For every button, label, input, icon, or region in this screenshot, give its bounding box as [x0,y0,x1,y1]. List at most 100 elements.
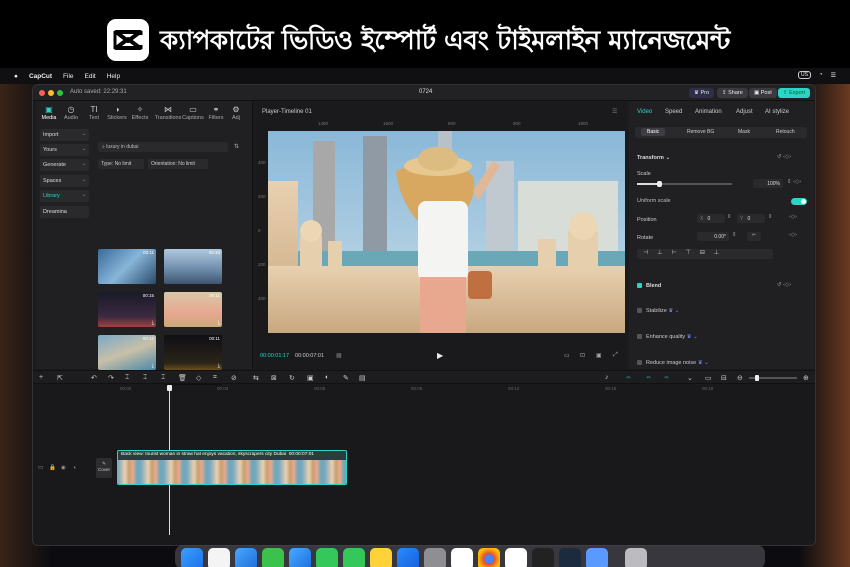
sidebar-spaces[interactable]: Spaces ⌄ [40,175,89,187]
keyframe-icon[interactable]: ⇕ ‹◇› [787,179,801,185]
select-icon[interactable]: ⇱ [57,374,63,382]
resize-icon[interactable]: ▣ [307,374,314,382]
delete-icon[interactable]: 🗑 [178,374,187,382]
sidebar-import[interactable]: Import ⌄ [40,129,89,141]
stepper-icon[interactable]: ⇕ [727,214,732,220]
zoom-slider-handle[interactable] [755,375,759,381]
messages-icon[interactable] [262,548,284,567]
uniform-scale-toggle[interactable] [791,198,807,205]
mail-icon[interactable] [289,548,311,567]
video-clip[interactable]: Back view: tourist woman in straw hat en… [117,450,347,485]
tab-captions[interactable]: ▭ Captions [181,105,205,121]
blend-section[interactable]: Blend [637,283,661,289]
share-button[interactable]: ⇪ Share [717,88,748,98]
wifi-icon[interactable]: ◔ [819,72,823,78]
menu-file[interactable]: File [63,73,73,80]
preview-axis-icon[interactable]: ⌄ [687,374,693,382]
redo-icon[interactable]: ↷ [108,374,114,382]
stabilize-section[interactable]: Stabilize ♛ ⌄ [637,308,679,314]
subtab-retouch[interactable]: Retouch [776,129,795,135]
input-source[interactable]: US [798,71,811,79]
stabilize-checkbox[interactable] [637,308,642,313]
rotate-icon[interactable]: ↻ [289,374,295,382]
zoom-window-button[interactable] [57,90,63,96]
tab-adjustment[interactable]: ⚙ Adj [226,105,246,121]
tab-text[interactable]: TI Text [82,105,106,121]
download-icon[interactable]: ⤓ [218,363,220,369]
download-icon[interactable]: ⤓ [152,363,154,369]
menu-help[interactable]: Help [107,73,120,80]
settings-icon[interactable] [424,548,446,567]
microphone-icon[interactable]: ♪ [605,374,609,381]
download-icon[interactable]: ⤓ [218,320,220,326]
split-right-icon[interactable]: ⌶ [161,374,165,382]
tab-ai-stylize[interactable]: AI stylize [765,109,789,115]
app-store-icon[interactable] [397,548,419,567]
rotate-dial[interactable]: ⌐ [747,232,761,241]
export-button[interactable]: ⇧ Export [778,88,811,98]
tab-filters[interactable]: ⚭ Filters [204,105,228,121]
scale-slider[interactable] [637,181,732,187]
sidebar-library[interactable]: Library ⌄ [40,190,89,202]
ratio-icon[interactable]: ▣ [596,352,602,359]
media-search-input[interactable]: ⌕ luxury in dubai [98,142,228,152]
pro-button[interactable]: ♛ Pro [689,88,715,98]
mask-icon[interactable]: ◐ [325,374,329,381]
subtab-basic[interactable]: Basic [641,128,666,136]
freeze-icon[interactable]: ⊘ [231,374,237,382]
menu-edit[interactable]: Edit [85,73,96,80]
keyframe-icon[interactable]: ‹◇› [789,214,797,220]
tab-audio[interactable]: ◷ Audio [59,105,83,121]
blend-checkbox[interactable] [637,283,642,288]
sidebar-yours[interactable]: Yours ⌄ [40,144,89,156]
control-center-icon[interactable]: ☰ [831,72,836,79]
undo-icon[interactable]: ↶ [91,374,97,382]
add-icon[interactable]: + [39,374,43,381]
position-y-field[interactable]: Y 0 [737,214,765,223]
capcut-dock-icon[interactable] [505,548,527,567]
caption-icon[interactable]: ▤ [359,374,366,382]
subtab-mask[interactable]: Mask [738,129,750,135]
transform-section[interactable]: Transform ⌄ [637,155,670,161]
zoom-fit-icon[interactable]: ⊟ [721,374,727,382]
zoom-slider[interactable] [749,375,797,381]
subtab-remove-bg[interactable]: Remove BG [687,129,714,135]
sort-icon[interactable]: ⇅ [234,143,239,150]
playhead-handle[interactable] [167,385,172,391]
link-icon[interactable]: ⇔ [645,374,652,381]
chrome-icon[interactable] [478,548,500,567]
split-left-icon[interactable]: ⌶ [143,374,147,382]
audio-mute-icon[interactable]: ◖ [73,465,76,471]
media-thumb[interactable]: 00:11⤓ [164,292,222,327]
align-buttons[interactable]: ⊣⊥⊢⊤⊟⊥ [637,249,773,259]
tab-video[interactable]: Video [637,109,652,115]
media-thumb[interactable]: 00:12 ⤓ [98,335,156,370]
vscode-icon[interactable] [451,548,473,567]
tab-transitions[interactable]: ⋈ Transitions [154,105,182,121]
noise-checkbox[interactable] [637,360,642,365]
noise-section[interactable]: Reduce image noise ♛ ⌄ [637,360,709,366]
safari-icon[interactable] [235,548,257,567]
finder-icon[interactable] [181,548,203,567]
magic-icon[interactable]: ✎ [343,374,349,382]
play-button[interactable]: ▶ [437,351,443,360]
notes-icon[interactable] [370,548,392,567]
menu-app-name[interactable]: CapCut [29,73,52,80]
reverse-icon[interactable]: ⇆ [253,374,259,382]
crop-icon[interactable]: ⌗ [213,374,217,382]
tab-speed[interactable]: Speed [665,109,682,115]
post-button[interactable]: ▣ Post [749,88,777,98]
fullscreen-preview-icon[interactable]: ▭ [564,352,570,359]
tab-stickers[interactable]: ◑ Stickers [105,105,129,121]
scale-slider-handle[interactable] [657,181,662,187]
tab-animation[interactable]: Animation [695,109,722,115]
download-icon[interactable]: ⤓ [152,320,154,326]
sidebar-generate[interactable]: Generate ⌄ [40,159,89,171]
sidebar-dreamina[interactable]: Dreamina [40,206,89,218]
reset-icon[interactable]: ↺ ‹◇› [777,282,791,288]
expand-icon[interactable]: ⤢ [613,352,618,359]
launchpad-icon[interactable] [208,548,230,567]
lock-icon[interactable]: 🔒 [49,465,56,471]
preview-icon[interactable] [586,548,608,567]
eye-icon[interactable]: ◉ [61,465,66,471]
